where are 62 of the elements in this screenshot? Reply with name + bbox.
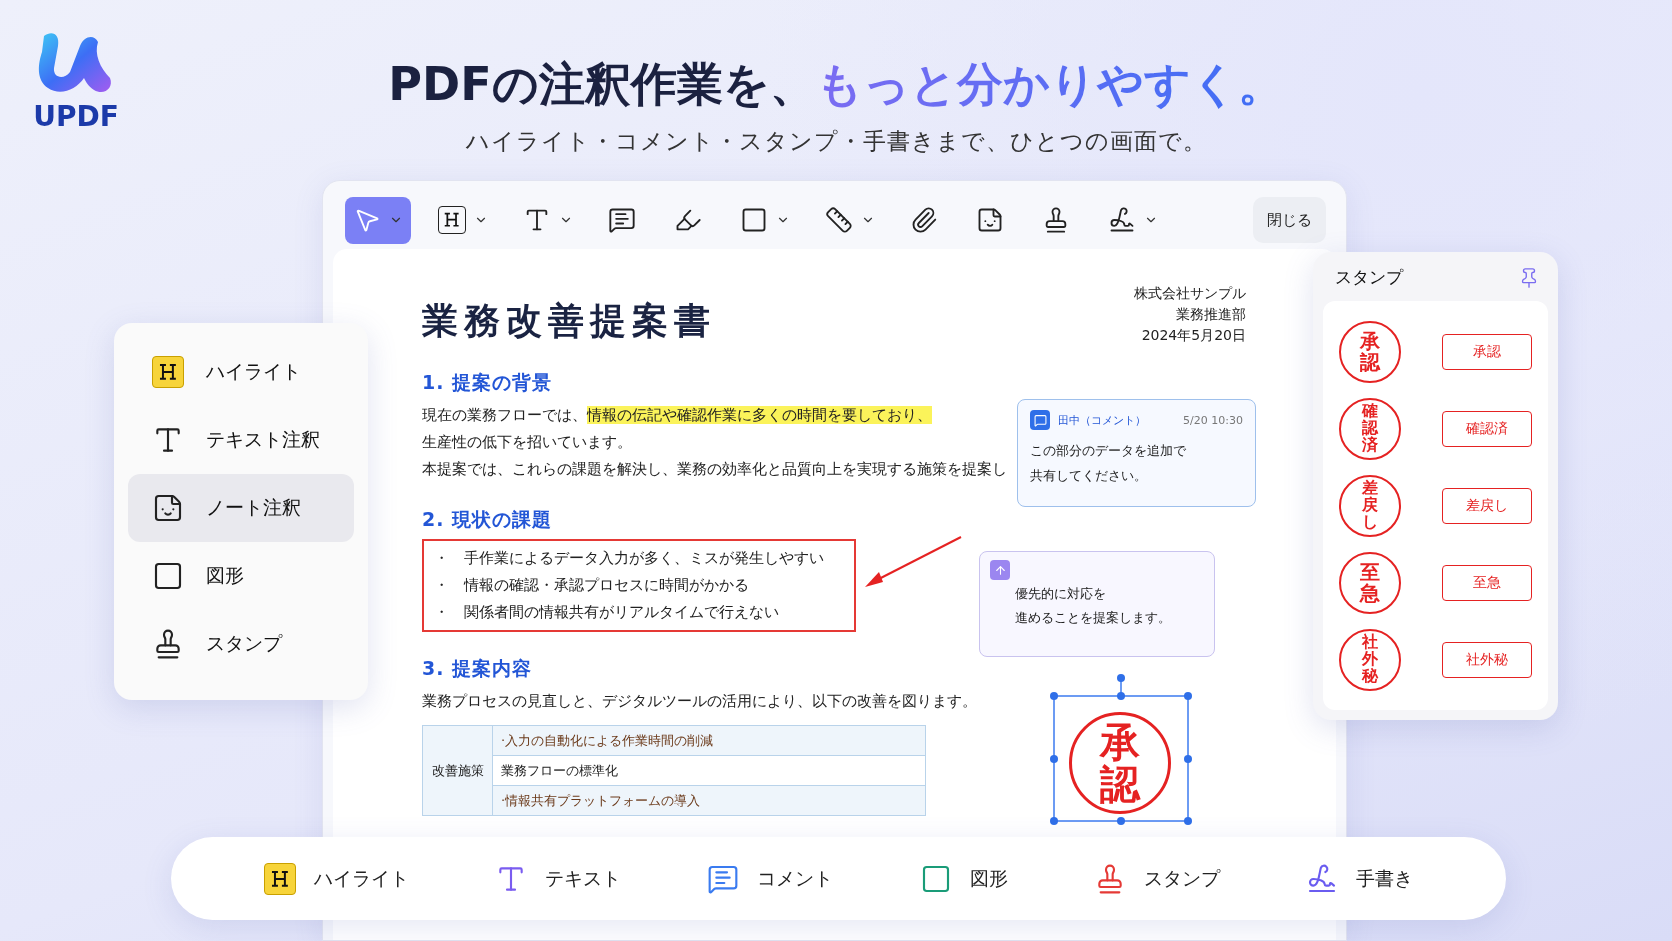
body-text: 本提案では、これらの課題を解決し、業務の効率化と品質向上を実現する施策を提案し: [422, 459, 1007, 480]
arrow-up-icon: [990, 560, 1010, 580]
stamp-button[interactable]: 確認済: [1442, 410, 1532, 447]
placed-seal[interactable]: 承認: [1069, 712, 1171, 814]
feature-label: 手書き: [1355, 865, 1413, 891]
seal-stamp[interactable]: 社外秘: [1339, 628, 1401, 691]
document-title: 業務改善提案書: [422, 299, 716, 343]
menu-label: ハイライト: [206, 359, 301, 384]
list-item: ・ 関係者間の情報共有がリアルタイムで行えない: [434, 602, 780, 623]
body-text: 業務プロセスの見直しと、デジタルツールの活用により、以下の改善を図ります。: [422, 691, 977, 712]
feature-label: コメント: [757, 865, 834, 891]
table-cell: 業務フローの標準化: [492, 755, 926, 786]
paperclip-icon: [910, 206, 938, 234]
square-icon: [152, 560, 184, 592]
sticker-icon: [152, 492, 184, 524]
logo-text: UPDF: [33, 100, 119, 133]
menu-label: 図形: [206, 563, 244, 588]
feature-label: ハイライト: [314, 865, 410, 891]
seal-stamp[interactable]: 承認: [1339, 320, 1401, 383]
comment-author: 田中（コメント）: [1058, 412, 1146, 428]
comment-text: この部分のデータを追加で 共有してください。: [1030, 442, 1187, 485]
comment-time: 5/20 10:30: [1183, 413, 1243, 427]
table-cell: ·情報共有プラットフォームの導入: [492, 785, 926, 816]
headline: PDFの注釈作業を、もっと分かりやすく。: [388, 56, 1284, 113]
note-text: 優先的に対応を 進めることを提案します。: [1014, 585, 1172, 627]
highlight-icon: [152, 356, 184, 388]
section-heading: 1. 提案の背景: [422, 370, 554, 395]
issuer-text: 業務推進部: [1176, 305, 1246, 324]
comment-icon: [608, 206, 636, 234]
section-heading: 2. 現状の課題: [422, 507, 554, 532]
stamp-button[interactable]: 至急: [1442, 564, 1532, 601]
section-heading: 3. 提案内容: [422, 656, 534, 681]
subtitle: ハイライト・コメント・スタンプ・手書きまで、ひとつの画面で。: [465, 127, 1207, 156]
menu-label: スタンプ: [206, 631, 282, 656]
highlight-icon: [438, 206, 466, 234]
square-icon: [740, 206, 768, 234]
issuer-text: 2024年5月20日: [1141, 326, 1246, 345]
panel-title: スタンプ: [1335, 266, 1403, 289]
body-text: 生産性の低下を招いています。: [422, 432, 632, 453]
table-cell: ·入力の自動化による作業時間の削減: [492, 725, 926, 756]
issuer-text: 株式会社サンプル: [1134, 284, 1246, 303]
stamp-button[interactable]: 差戻し: [1442, 487, 1532, 524]
table-cell: 改善施策: [422, 725, 493, 816]
close-button[interactable]: 閉じる: [1253, 197, 1326, 243]
ruler-icon: [825, 206, 853, 234]
menu-label: テキスト注釈: [206, 427, 320, 452]
feature-label: テキスト: [545, 865, 622, 891]
stamp-button[interactable]: 社外秘: [1442, 641, 1532, 678]
sticker-icon: [976, 206, 1004, 234]
feature-label: スタンプ: [1143, 865, 1220, 891]
list-item: ・ 情報の確認・承認プロセスに時間がかかる: [434, 575, 750, 596]
list-item: ・ 手作業によるデータ入力が多く、ミスが発生しやすい: [434, 548, 825, 569]
seal-stamp[interactable]: 差戻し: [1339, 474, 1401, 537]
menu-label: ノート注釈: [206, 495, 301, 520]
signature-icon: [1108, 206, 1136, 234]
seal-stamp[interactable]: 至急: [1339, 551, 1401, 614]
menu-item[interactable]: ノート注釈: [128, 474, 354, 542]
feature-label: 図形: [969, 865, 1008, 891]
stamp-button[interactable]: 承認: [1442, 333, 1532, 370]
seal-stamp[interactable]: 確認済: [1339, 397, 1401, 460]
comment-icon: [1030, 410, 1050, 430]
body-text: 現在の業務フローでは、情報の伝記や確認作業に多くの時間を要しており、: [422, 405, 932, 426]
